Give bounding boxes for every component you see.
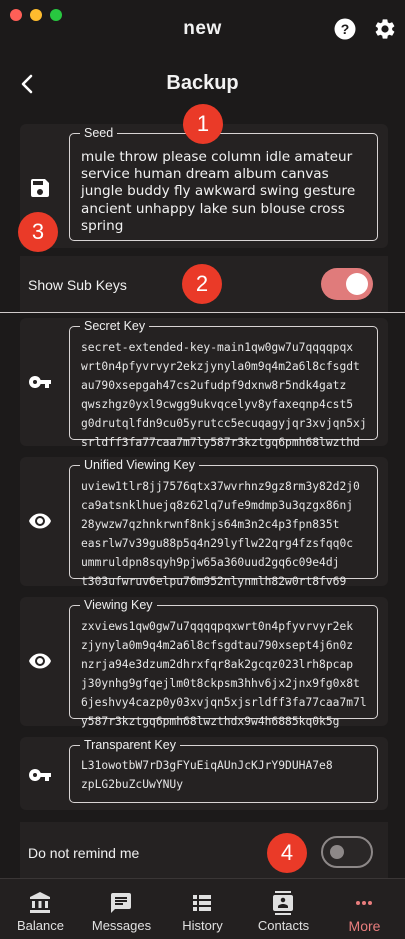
divider [0,312,405,313]
nav-messages-label: Messages [91,918,152,933]
step-badge-3: 3 [18,212,58,252]
message-icon [111,893,131,913]
secret-key-text: secret-extended-key-main1qw0gw7u7qqqqpqx… [81,338,371,452]
key-line: 28ywzw7qzhnkrwnf8nkjs64m3n2c4p3fpn835t [81,518,340,531]
key-icon[interactable] [28,370,52,394]
toggle-knob [346,273,368,295]
nav-balance[interactable]: Balance [0,879,81,939]
toggle-knob [330,845,344,859]
nav-balance-label: Balance [17,918,64,933]
save-icon[interactable] [28,176,52,200]
secret-key-card: Secret Key secret-extended-key-main1qw0g… [20,318,388,449]
key-line: au790xsepgah47cs2ufudpf9dxnw8r5ndk4gatz [81,379,347,392]
key-line: easrlw7v39gu88p5q4n29lyflw22qrg4fzsfqq0c [81,537,354,550]
seed-line: spring [81,217,124,234]
key-line: j30ynhg9gfqejlm0t8ckpsm3hhv6jx2jnx9fg0x8… [81,677,360,690]
list-icon [193,895,211,911]
seed-line: jungle buddy fly awkward swing gesture [81,183,356,200]
key-icon[interactable] [28,763,52,787]
do-not-remind-label: Do not remind me [28,845,140,861]
seed-line: ancient unhappy lake sun blouse cross [81,200,345,217]
eye-icon[interactable] [28,509,52,533]
key-line: srldff3fa77caa7m7ly587r3kztgq6pmh68lwzth… [81,436,360,449]
contacts-icon [273,891,293,915]
key-line: qwszhgz0yxl9cwgg9ukvqcelyv8yfaxeqnp4cst5 [81,398,354,411]
gear-icon[interactable] [373,17,397,41]
nav-more-label: More [348,918,381,934]
key-line: nzrja94e3dzum2dhrxfqr8ak2gcqz023lrh8pcap [81,658,354,671]
bottom-navigation: Balance Messages History Contacts More [0,878,405,939]
bank-icon [30,892,50,913]
key-line: ummruldpn8sqyh9pjw65a360uud2gq6c09e4dj [81,556,340,569]
transparent-key-card: Transparent Key L31owotbW7rD3gFYuEiqAUnJ… [20,737,388,810]
seed-text: mule throw please column idle amateur se… [81,149,371,235]
do-not-remind-toggle[interactable] [321,836,373,868]
key-line: ca9atsnklhuejq8z62lq7ufe9mdmp3u3qzgx86nj [81,499,354,512]
viewing-key-text: zxviews1qw0gw7u7qqqqpqxwrt0n4pfyvrvyr2ek… [81,617,371,731]
seed-line: service human dream album canvas [81,166,329,183]
svg-text:?: ? [341,21,350,37]
viewing-key-label: Viewing Key [80,597,157,613]
key-line: secret-extended-key-main1qw0gw7u7qqqqpqx [81,341,354,354]
key-line: zxviews1qw0gw7u7qqqqpqxwrt0n4pfyvrvyr2ek [81,620,354,633]
nav-contacts[interactable]: Contacts [243,879,324,939]
secret-key-label: Secret Key [80,318,150,334]
page-header: Backup [0,64,405,104]
nav-messages[interactable]: Messages [81,879,162,939]
do-not-remind-row: Do not remind me [20,822,388,880]
step-badge-2: 2 [182,264,222,304]
transparent-key-label: Transparent Key [80,737,180,753]
transparent-key-text: L31owotbW7rD3gFYuEiqAUnJcKJrY9DUHA7e8 zp… [81,756,371,794]
seed-field[interactable]: Seed mule throw please column idle amate… [69,125,378,241]
page-title: Backup [166,72,239,94]
help-icon[interactable]: ? [333,17,357,41]
nav-more[interactable]: More [324,879,405,939]
key-line: zpLG2buZcUwYNUy [81,778,184,791]
key-line: y587r3kztgq6pmh68lwzthdx9w4h6885kq0k5g [81,715,340,728]
key-line: t303ufwruv6elpu76m952nlynmlh82w0rt8fv69 [81,575,347,588]
window-titlebar: new ? [0,0,405,58]
step-badge-1: 1 [183,104,223,144]
more-dots-icon [356,901,372,905]
viewing-key-card: Viewing Key zxviews1qw0gw7u7qqqqpqxwrt0n… [20,597,388,728]
step-badge-4: 4 [267,833,307,873]
nav-history-label: History [182,918,223,933]
key-line: wrt0n4pfyvrvyr2ekzjynyla0m9q4m2a6l8cfsgd… [81,360,360,373]
key-line: uview1tlr8jj7576qtx37wvrhnz9gz8rm3y82d2j… [81,480,360,493]
eye-icon[interactable] [28,649,52,673]
nav-history[interactable]: History [162,879,243,939]
nav-contacts-label: Contacts [257,918,310,933]
unified-viewing-key-card: Unified Viewing Key uview1tlr8jj7576qtx3… [20,457,388,588]
show-sub-keys-label: Show Sub Keys [28,277,127,293]
key-line: L31owotbW7rD3gFYuEiqAUnJcKJrY9DUHA7e8 [81,759,333,772]
key-line: zjynyla0m9q4m2a6l8cfsgdtau790xsept4j6n0z [81,639,354,652]
unified-viewing-key-text: uview1tlr8jj7576qtx37wvrhnz9gz8rm3y82d2j… [81,477,371,591]
seed-line: mule throw please column idle amateur [81,149,353,165]
viewing-key-field[interactable]: Viewing Key zxviews1qw0gw7u7qqqqpqxwrt0n… [69,597,378,728]
seed-label: Seed [80,125,118,141]
key-line: 6jeshvy4cazp0y03xvjqn5xjsrldff3fa77caa7m… [81,696,367,709]
transparent-key-field[interactable]: Transparent Key L31owotbW7rD3gFYuEiqAUnJ… [69,737,378,803]
show-sub-keys-toggle[interactable] [321,268,373,300]
unified-viewing-key-label: Unified Viewing Key [80,457,199,473]
secret-key-field[interactable]: Secret Key secret-extended-key-main1qw0g… [69,318,378,449]
key-line: g0drutqlfdn9cu05yrutcc5ecuqagyjqr3xvjqn5… [81,417,367,430]
unified-viewing-key-field[interactable]: Unified Viewing Key uview1tlr8jj7576qtx3… [69,457,378,588]
